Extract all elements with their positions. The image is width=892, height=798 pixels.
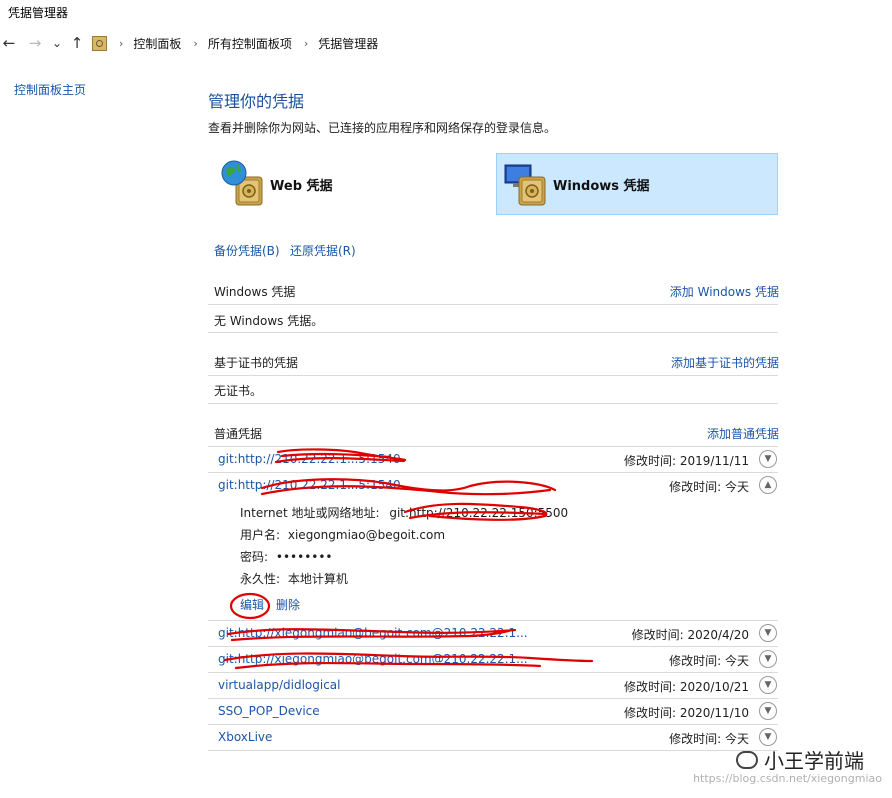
credential-modified: 修改时间: 今天 bbox=[669, 480, 749, 494]
address-bar[interactable]: › 控制面板 › 所有控制面板项 › 凭据管理器 bbox=[92, 33, 892, 53]
credential-name[interactable]: git:http://210.22.22.1...5:1540 bbox=[218, 452, 401, 466]
expand-chevron-down-icon[interactable]: ▼ bbox=[759, 624, 777, 642]
address-label: Internet 地址或网络地址: bbox=[240, 506, 380, 520]
watermark: 小王学前端 bbox=[736, 745, 864, 774]
control-panel-icon bbox=[92, 35, 107, 51]
credential-persistence-detail: 永久性: 本地计算机 bbox=[240, 570, 348, 587]
certificate-credentials-section-title: 基于证书的凭据 bbox=[214, 356, 299, 370]
page-heading: 管理你的凭据 bbox=[208, 92, 305, 111]
divider bbox=[208, 403, 778, 404]
credential-name[interactable]: git:http://210.22.22.1...5:1540 bbox=[218, 478, 401, 492]
restore-credentials-link[interactable]: 还原凭据(R) bbox=[290, 242, 356, 259]
breadcrumb-all-items[interactable]: 所有控制面板项 bbox=[208, 35, 292, 52]
edit-credential-link[interactable]: 编辑 bbox=[240, 596, 264, 613]
credential-name[interactable]: git:http://xiegongmiao@begoit.com@210.22… bbox=[218, 652, 528, 666]
credential-row[interactable]: git:http://xiegongmiao@begoit.com@210.22… bbox=[208, 647, 779, 672]
back-arrow-icon[interactable]: ← bbox=[0, 33, 18, 53]
windows-credentials-section-title: Windows 凭据 bbox=[214, 285, 296, 299]
persistence-label: 永久性: bbox=[240, 572, 281, 586]
delete-credential-link[interactable]: 删除 bbox=[276, 596, 300, 613]
divider bbox=[208, 332, 778, 333]
windows-credentials-tile[interactable]: Windows 凭据 bbox=[496, 153, 778, 215]
windows-credentials-label: Windows 凭据 bbox=[553, 178, 650, 194]
breadcrumb-separator: › bbox=[303, 36, 309, 50]
persistence-value: 本地计算机 bbox=[287, 572, 348, 586]
wechat-icon bbox=[736, 750, 758, 769]
divider bbox=[208, 304, 778, 305]
credential-name[interactable]: SSO_POP_Device bbox=[218, 704, 320, 718]
credential-row[interactable]: SSO_POP_Device 修改时间: 2020/11/10 ▼ bbox=[208, 699, 779, 724]
credential-user-detail: 用户名: xiegongmiao@begoit.com bbox=[240, 526, 445, 543]
add-generic-credential-link[interactable]: 添加普通凭据 bbox=[707, 425, 779, 442]
page-description: 查看并删除你为网站、已连接的应用程序和网络保存的登录信息。 bbox=[208, 121, 557, 135]
forward-arrow-icon[interactable]: → bbox=[26, 33, 44, 53]
generic-credentials-section-title: 普通凭据 bbox=[214, 427, 263, 441]
credential-row-expanded[interactable]: git:http://210.22.22.1...5:1540 修改时间: 今天… bbox=[208, 473, 779, 498]
credential-modified: 修改时间: 今天 bbox=[669, 654, 749, 668]
user-label: 用户名: bbox=[240, 528, 281, 542]
backup-credentials-link[interactable]: 备份凭据(B) bbox=[214, 242, 280, 259]
credential-name[interactable]: XboxLive bbox=[218, 730, 272, 744]
watermark-text: 小王学前端 bbox=[764, 749, 864, 773]
breadcrumb-control-panel[interactable]: 控制面板 bbox=[133, 35, 181, 52]
credential-row[interactable]: XboxLive 修改时间: 今天 ▼ bbox=[208, 725, 779, 750]
address-value: git:http://210.22.22.150:5500 bbox=[389, 506, 569, 520]
window-title: 凭据管理器 bbox=[8, 6, 69, 20]
windows-credentials-empty: 无 Windows 凭据。 bbox=[214, 314, 324, 328]
watermark-url: https://blog.csdn.net/xiegongmiao bbox=[693, 772, 882, 785]
credential-row[interactable]: virtualapp/didlogical 修改时间: 2020/10/21 ▼ bbox=[208, 673, 779, 698]
credential-row[interactable]: git:http://xiegongmiao@begoit.com@210.22… bbox=[208, 621, 779, 646]
credential-row[interactable]: git:http://210.22.22.1...5:1540 修改时间: 20… bbox=[208, 447, 779, 472]
certificate-credentials-empty: 无证书。 bbox=[214, 384, 263, 398]
divider bbox=[208, 750, 778, 751]
credential-modified: 修改时间: 2020/10/21 bbox=[623, 680, 749, 694]
expand-chevron-down-icon[interactable]: ▼ bbox=[759, 450, 777, 468]
credential-modified: 修改时间: 2020/11/10 bbox=[623, 706, 749, 720]
expand-chevron-down-icon[interactable]: ▼ bbox=[759, 728, 777, 746]
credential-modified: 修改时间: 2019/11/11 bbox=[623, 454, 749, 468]
add-windows-credential-link[interactable]: 添加 Windows 凭据 bbox=[670, 283, 779, 300]
expand-chevron-down-icon[interactable]: ▼ bbox=[759, 650, 777, 668]
credential-name[interactable]: virtualapp/didlogical bbox=[218, 678, 340, 692]
control-panel-home-link[interactable]: 控制面板主页 bbox=[14, 81, 86, 98]
monitor-vault-icon bbox=[503, 159, 549, 209]
navigation-bar: ← → ⌄ ↑ › 控制面板 › 所有控制面板项 › 凭据管理器 bbox=[0, 33, 892, 53]
globe-vault-icon bbox=[220, 159, 266, 209]
expand-chevron-down-icon[interactable]: ▼ bbox=[759, 702, 777, 720]
user-value: xiegongmiao@begoit.com bbox=[287, 528, 446, 542]
credential-address-detail: Internet 地址或网络地址: git:http://210.22.22.1… bbox=[240, 504, 568, 521]
credential-modified: 修改时间: 2020/4/20 bbox=[631, 628, 749, 642]
breadcrumb-credential-manager[interactable]: 凭据管理器 bbox=[318, 35, 378, 52]
credential-name[interactable]: git:http://xiegongmiao@begoit.com@210.22… bbox=[218, 626, 528, 640]
recent-locations-chevron-icon[interactable]: ⌄ bbox=[48, 33, 66, 53]
add-certificate-credential-link[interactable]: 添加基于证书的凭据 bbox=[671, 354, 779, 371]
breadcrumb-separator: › bbox=[119, 36, 124, 50]
breadcrumb-separator: › bbox=[193, 36, 198, 50]
credential-password-detail: 密码: •••••••• bbox=[240, 548, 333, 565]
expand-chevron-down-icon[interactable]: ▼ bbox=[759, 676, 777, 694]
password-value: •••••••• bbox=[275, 550, 333, 564]
up-arrow-icon[interactable]: ↑ bbox=[68, 33, 86, 53]
divider bbox=[208, 375, 778, 376]
web-credentials-label: Web 凭据 bbox=[270, 178, 333, 194]
web-credentials-tile[interactable]: Web 凭据 bbox=[214, 153, 414, 215]
collapse-chevron-up-icon[interactable]: ▲ bbox=[759, 476, 777, 494]
password-label: 密码: bbox=[240, 550, 269, 564]
